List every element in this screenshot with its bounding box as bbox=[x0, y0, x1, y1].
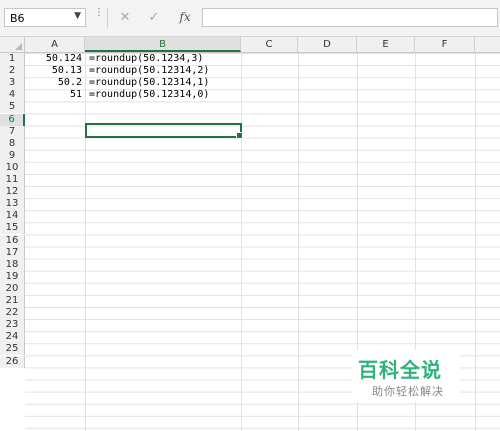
name-box[interactable]: B6 ▼ bbox=[4, 8, 86, 27]
row-header-16[interactable]: 16 bbox=[0, 234, 25, 247]
gridline bbox=[241, 53, 242, 431]
row-header-8[interactable]: 8 bbox=[0, 137, 25, 150]
check-icon[interactable]: ✓ bbox=[143, 8, 165, 27]
row-header-10[interactable]: 10 bbox=[0, 161, 25, 174]
column-header-c[interactable]: C bbox=[241, 37, 298, 52]
divider bbox=[107, 8, 108, 28]
cell-a2[interactable]: 50.13 bbox=[25, 65, 82, 77]
column-header-f[interactable]: F bbox=[415, 37, 475, 52]
gridline bbox=[475, 53, 476, 431]
row-header-24[interactable]: 24 bbox=[0, 331, 25, 344]
column-header-g[interactable] bbox=[475, 37, 500, 52]
cell-b3[interactable]: =roundup(50.12314,1) bbox=[89, 77, 239, 89]
row-header-6[interactable]: 6 bbox=[0, 113, 25, 126]
row-header-12[interactable]: 12 bbox=[0, 186, 25, 199]
column-header-a[interactable]: A bbox=[25, 37, 85, 52]
row-header-23[interactable]: 23 bbox=[0, 319, 25, 332]
row-header-25[interactable]: 25 bbox=[0, 343, 25, 356]
fx-icon[interactable]: fx bbox=[174, 8, 196, 27]
cell-a3[interactable]: 50.2 bbox=[25, 77, 82, 89]
more-icon[interactable]: ⋮ bbox=[94, 8, 104, 18]
row-header-4[interactable]: 4 bbox=[0, 89, 25, 102]
formula-input[interactable] bbox=[202, 8, 498, 27]
column-header-e[interactable]: E bbox=[357, 37, 415, 52]
row-header-14[interactable]: 14 bbox=[0, 210, 25, 223]
cell-b2[interactable]: =roundup(50.12314,2) bbox=[89, 65, 239, 77]
chevron-down-icon[interactable]: ▼ bbox=[74, 11, 81, 21]
formula-bar: B6 ▼ ⋮ ✕ ✓ fx bbox=[0, 0, 500, 37]
select-all-corner[interactable] bbox=[0, 37, 25, 52]
gridline bbox=[85, 53, 86, 431]
cell-b1[interactable]: =roundup(50.1234,3) bbox=[89, 53, 239, 65]
cell-b4[interactable]: =roundup(50.12314,0) bbox=[89, 89, 239, 101]
row-header-2[interactable]: 2 bbox=[0, 65, 25, 78]
fill-handle[interactable] bbox=[236, 131, 243, 139]
row-header-11[interactable]: 11 bbox=[0, 174, 25, 186]
close-icon[interactable]: ✕ bbox=[114, 8, 136, 27]
row-header-5[interactable]: 5 bbox=[0, 101, 25, 114]
column-header-row: A B C D E F bbox=[0, 37, 500, 53]
row-header-20[interactable]: 20 bbox=[0, 282, 25, 295]
gridline bbox=[298, 53, 299, 431]
cell-a4[interactable]: 51 bbox=[25, 89, 82, 101]
row-header-1[interactable]: 1 bbox=[0, 53, 25, 65]
row-header-7[interactable]: 7 bbox=[0, 125, 25, 138]
row-header-15[interactable]: 15 bbox=[0, 222, 25, 235]
row-header-26[interactable]: 26 bbox=[0, 355, 25, 368]
column-header-d[interactable]: D bbox=[298, 37, 357, 52]
watermark-subtitle: 助你轻松解决 bbox=[372, 385, 444, 398]
row-header-18[interactable]: 18 bbox=[0, 258, 25, 271]
row-header-17[interactable]: 17 bbox=[0, 246, 25, 259]
row-header-21[interactable]: 21 bbox=[0, 295, 25, 307]
row-header-22[interactable]: 22 bbox=[0, 307, 25, 320]
cell-a1[interactable]: 50.124 bbox=[25, 53, 82, 65]
row-header-3[interactable]: 3 bbox=[0, 77, 25, 90]
name-box-value: B6 bbox=[10, 12, 25, 25]
row-header-9[interactable]: 9 bbox=[0, 149, 25, 162]
watermark-title: 百科全说 bbox=[358, 358, 442, 382]
selected-cell-b6[interactable] bbox=[85, 122, 243, 139]
column-header-b[interactable]: B bbox=[85, 37, 241, 52]
row-header-13[interactable]: 13 bbox=[0, 198, 25, 211]
row-header-19[interactable]: 19 bbox=[0, 270, 25, 283]
watermark: 百科全说 助你轻松解决 bbox=[352, 350, 460, 402]
